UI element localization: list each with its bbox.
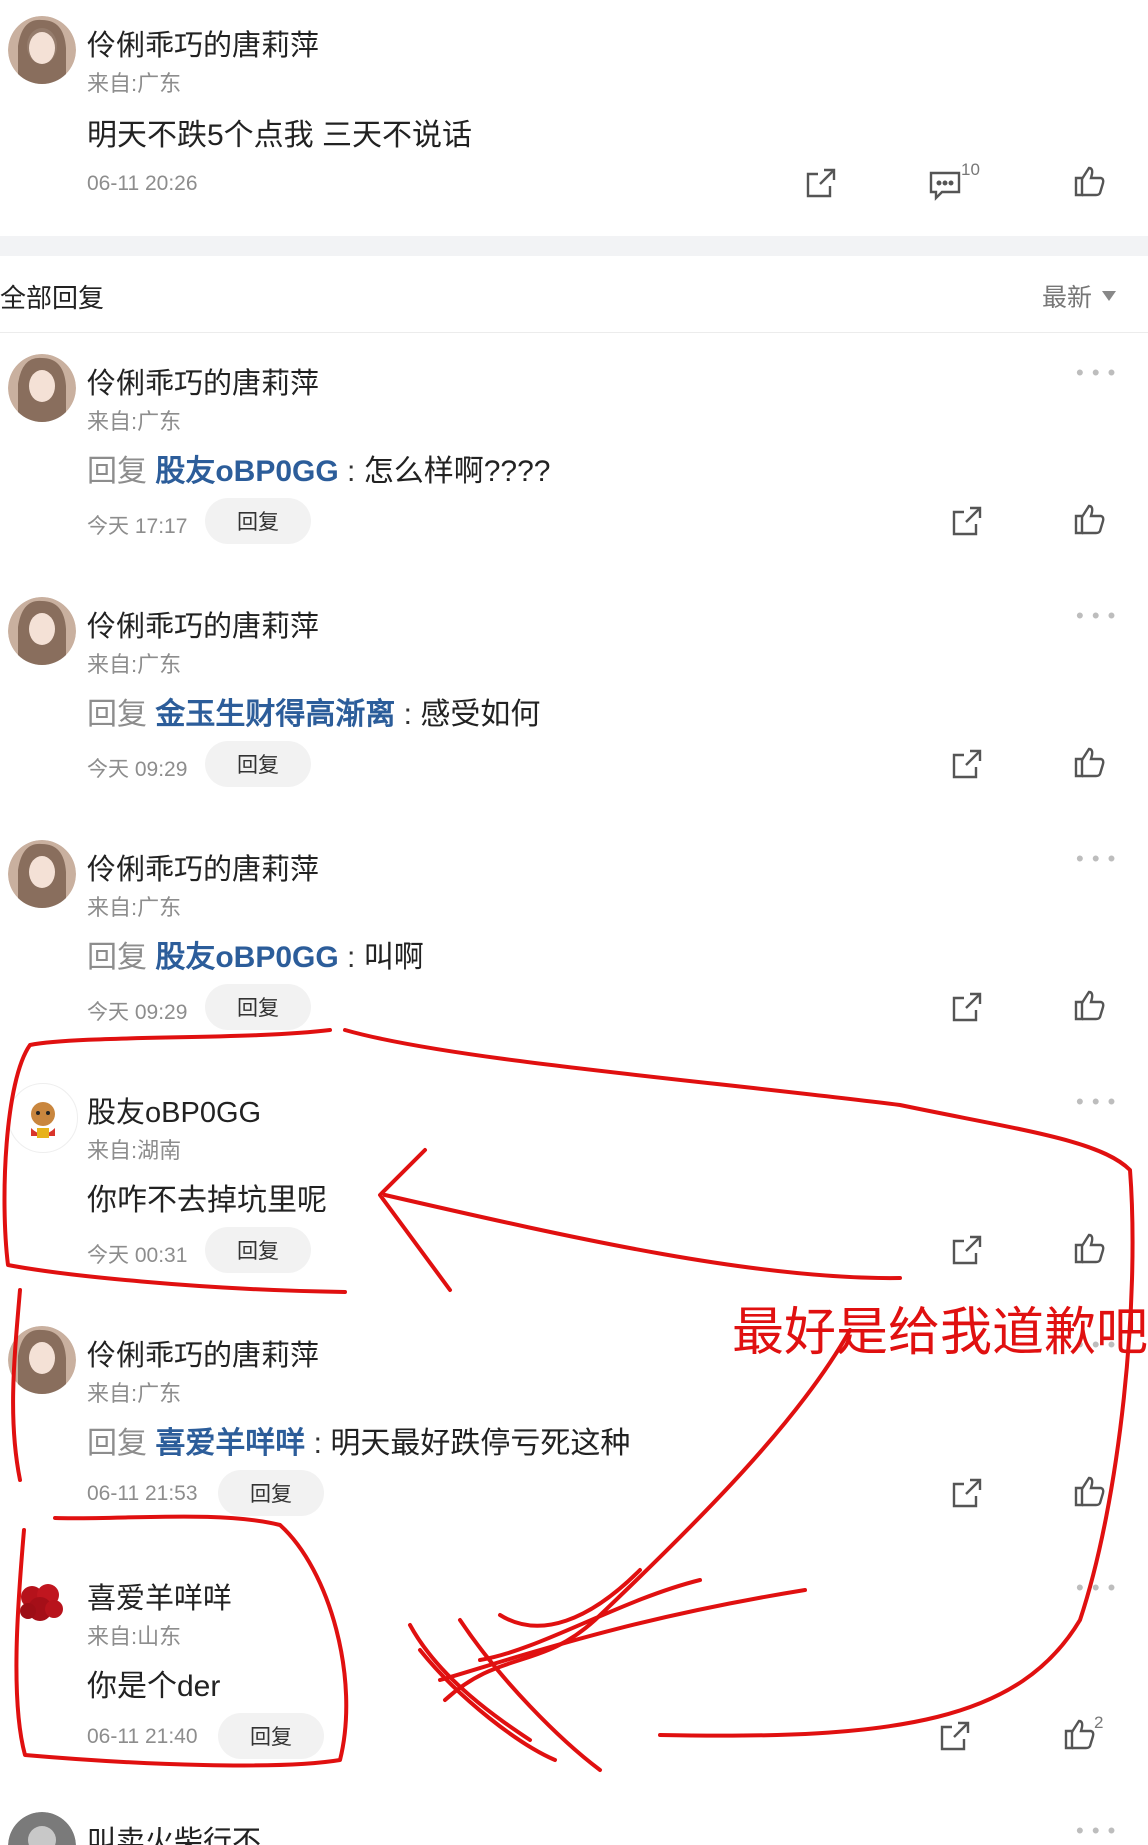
replies-title: 全部回复: [0, 283, 105, 313]
reply-item: 喜爱羊咩咩 来自:山东 你是个der 06-11 21:40 回复 • • • …: [0, 1565, 1148, 1795]
post-username[interactable]: 伶俐乖巧的唐莉萍: [87, 22, 319, 64]
share-icon[interactable]: [950, 1233, 984, 1267]
reply-item: 伶俐乖巧的唐莉萍 来自:广东 回复 股友oBP0GG : 叫啊 今天 09:29…: [0, 836, 1148, 1066]
reply-text: 你是个der: [87, 1670, 221, 1703]
share-icon[interactable]: [950, 747, 984, 781]
reply-username[interactable]: 股友oBP0GG: [87, 1089, 261, 1131]
like-count: 2: [1094, 1713, 1104, 1732]
share-icon[interactable]: [950, 504, 984, 538]
reply-separator: :: [395, 698, 421, 731]
share-icon[interactable]: [938, 1719, 972, 1753]
avatar[interactable]: [8, 1812, 76, 1845]
avatar[interactable]: [8, 597, 76, 665]
annotation-text: 最好是给我道歉吧: [732, 1304, 1148, 1362]
reply-time: 06-11 21:53: [87, 1482, 198, 1505]
reply-item: 股友oBP0GG 来自:湖南 你咋不去掉坑里呢 今天 00:31 回复 • • …: [0, 1079, 1148, 1309]
reply-button[interactable]: 回复: [205, 984, 311, 1030]
reply-prefix: 回复: [87, 1427, 147, 1460]
share-icon[interactable]: [950, 990, 984, 1024]
reply-location: 来自:广东: [87, 409, 182, 434]
reply-username[interactable]: 喜爱羊咩咩: [87, 1575, 232, 1617]
comment-icon[interactable]: [928, 168, 962, 202]
reply-button[interactable]: 回复: [218, 1713, 324, 1759]
sort-dropdown[interactable]: 最新: [1042, 278, 1116, 314]
more-icon[interactable]: • • •: [1076, 846, 1116, 872]
like-icon[interactable]: [1072, 1231, 1106, 1265]
reply-username[interactable]: 叫卖火柴行不: [87, 1818, 261, 1845]
reply-button[interactable]: 回复: [218, 1470, 324, 1516]
reply-username[interactable]: 伶俐乖巧的唐莉萍: [87, 1332, 319, 1374]
reply-button[interactable]: 回复: [205, 1227, 311, 1273]
reply-item: 伶俐乖巧的唐莉萍 来自:广东 回复 金玉生财得高渐离 : 感受如何 今天 09:…: [0, 593, 1148, 823]
post-content: 明天不跌5个点我 三天不说话: [87, 119, 473, 152]
reply-time: 今天 09:29: [87, 1001, 188, 1024]
reply-item: 伶俐乖巧的唐莉萍 来自:广东 回复 股友oBP0GG : 怎么样啊???? 今天…: [0, 350, 1148, 580]
post-time: 06-11 20:26: [87, 172, 198, 195]
avatar[interactable]: [8, 1326, 76, 1394]
like-icon[interactable]: [1072, 1474, 1106, 1508]
reply-content: 回复 金玉生财得高渐离 : 感受如何: [87, 689, 540, 733]
reply-content: 回复 股友oBP0GG : 叫啊: [87, 932, 424, 976]
reply-location: 来自:广东: [87, 652, 182, 677]
reply-location: 来自:广东: [87, 895, 182, 920]
reply-username[interactable]: 伶俐乖巧的唐莉萍: [87, 846, 319, 888]
comment-count: 10: [961, 160, 980, 179]
reply-text: 你咋不去掉坑里呢: [87, 1184, 327, 1217]
more-icon[interactable]: • • •: [1076, 603, 1116, 629]
mentioned-user[interactable]: 股友oBP0GG: [155, 455, 338, 488]
reply-button[interactable]: 回复: [205, 741, 311, 787]
post-location: 来自:广东: [87, 71, 182, 96]
like-icon[interactable]: [1062, 1717, 1096, 1751]
avatar[interactable]: [8, 1083, 78, 1153]
reply-content: 回复 股友oBP0GG : 怎么样啊????: [87, 446, 550, 490]
reply-text: 怎么样啊????: [363, 455, 551, 488]
reply-prefix: 回复: [87, 941, 147, 974]
reply-prefix: 回复: [87, 455, 147, 488]
reply-content: 回复 喜爱羊咩咩 : 明天最好跌停亏死这种: [87, 1418, 630, 1462]
reply-time: 今天 17:17: [87, 515, 188, 538]
reply-text: 叫啊: [363, 941, 424, 974]
avatar[interactable]: [8, 840, 76, 908]
reply-prefix: 回复: [87, 698, 147, 731]
mentioned-user[interactable]: 金玉生财得高渐离: [155, 698, 395, 731]
like-icon[interactable]: [1072, 988, 1106, 1022]
avatar[interactable]: [8, 16, 76, 84]
mentioned-user[interactable]: 股友oBP0GG: [155, 941, 338, 974]
section-divider: [0, 236, 1148, 256]
reply-location: 来自:山东: [87, 1624, 182, 1649]
replies-header: 全部回复 最新: [0, 256, 1148, 333]
sort-label: 最新: [1041, 284, 1092, 312]
reply-location: 来自:广东: [87, 1381, 182, 1406]
reply-time: 06-11 21:40: [87, 1725, 198, 1748]
avatar[interactable]: [8, 354, 76, 422]
share-icon[interactable]: [950, 1476, 984, 1510]
more-icon[interactable]: • • •: [1076, 360, 1116, 386]
mentioned-user[interactable]: 喜爱羊咩咩: [155, 1427, 305, 1460]
reply-username[interactable]: 伶俐乖巧的唐莉萍: [87, 360, 319, 402]
reply-item: 叫卖火柴行不 • • •: [0, 1808, 1148, 1845]
reply-separator: :: [338, 941, 364, 974]
reply-location: 来自:湖南: [87, 1138, 182, 1163]
caret-down-icon: [1102, 291, 1116, 301]
like-icon[interactable]: [1072, 164, 1106, 198]
reply-content: 你是个der: [87, 1661, 220, 1705]
reply-time: 今天 00:31: [87, 1244, 188, 1267]
avatar[interactable]: [8, 1569, 76, 1637]
reply-content: 你咋不去掉坑里呢: [87, 1175, 327, 1219]
reply-text: 明天最好跌停亏死这种: [330, 1427, 631, 1460]
reply-time: 今天 09:29: [87, 758, 188, 781]
reply-button[interactable]: 回复: [205, 498, 311, 544]
like-icon[interactable]: [1072, 745, 1106, 779]
share-icon[interactable]: [804, 166, 838, 200]
more-icon[interactable]: • • •: [1076, 1089, 1116, 1115]
reply-text: 感受如何: [420, 698, 541, 731]
more-icon[interactable]: • • •: [1076, 1818, 1116, 1844]
reply-separator: :: [338, 455, 364, 488]
reply-separator: :: [305, 1427, 331, 1460]
more-icon[interactable]: • • •: [1076, 1575, 1116, 1601]
original-post: 伶俐乖巧的唐莉萍 来自:广东 明天不跌5个点我 三天不说话 06-11 20:2…: [0, 0, 1148, 236]
reply-username[interactable]: 伶俐乖巧的唐莉萍: [87, 603, 319, 645]
like-icon[interactable]: [1072, 502, 1106, 536]
